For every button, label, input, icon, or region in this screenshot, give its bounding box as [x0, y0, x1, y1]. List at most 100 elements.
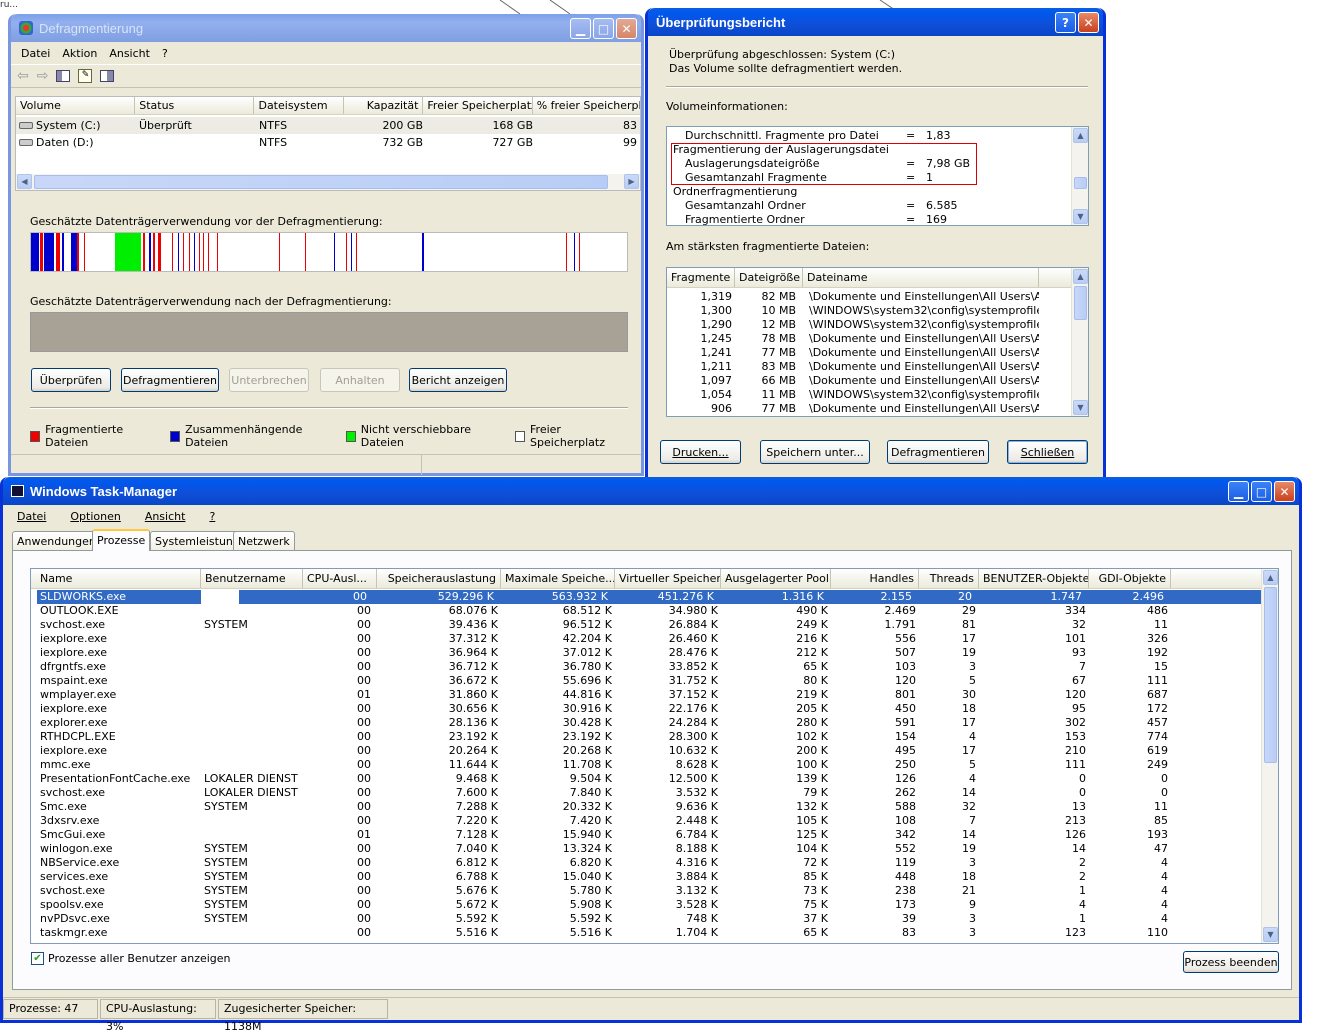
process-row[interactable]: iexplore.exe 00 30.656 K 30.916 K 22.176 K 20…	[37, 702, 1261, 716]
col-cpu[interactable]: CPU-Ausl...	[303, 569, 377, 588]
maximize-button[interactable]: □	[593, 18, 614, 39]
col-pct-free[interactable]: % freier Speicherpla	[533, 97, 640, 114]
frag-file-row[interactable]: 1,241 77 MB \Dokumente und Einstellungen\A…	[667, 346, 1071, 360]
menu-datei[interactable]: Datei	[15, 47, 56, 60]
process-row[interactable]: PresentationFontCache.exe LOKALER DIENST 0…	[37, 772, 1261, 786]
menu-help[interactable]: ?	[197, 510, 227, 523]
vscroll-thumb[interactable]	[1074, 286, 1087, 320]
vscroll-thumb[interactable]	[1074, 177, 1087, 189]
menu-aktion[interactable]: Aktion	[56, 47, 103, 60]
col-free-space[interactable]: Freier Speicherplatz	[423, 97, 533, 114]
process-row[interactable]: spoolsv.exe SYSTEM 00 5.672 K 5.908 K 3.528 K…	[37, 898, 1261, 912]
defrag-titlebar[interactable]: Defragmentierung ▁ □ ✕	[11, 14, 641, 42]
hscroll-thumb[interactable]	[34, 175, 608, 189]
end-process-button[interactable]: Prozess beenden	[1183, 951, 1279, 973]
process-row[interactable]: taskmgr.exe 00 5.516 K 5.516 K 1.704 K 65 K 83…	[37, 926, 1261, 940]
tab-performance[interactable]: Systemleistung	[150, 531, 245, 551]
menu-datei[interactable]: Datei	[5, 510, 58, 523]
defragment-button[interactable]: Defragmentieren	[121, 368, 219, 392]
process-row[interactable]: Smc.exe SYSTEM 00 7.288 K 20.332 K 9.636 K 132…	[37, 800, 1261, 814]
menu-ansicht[interactable]: Ansicht	[103, 47, 156, 60]
frag-file-row[interactable]: 1,097 66 MB \Dokumente und Einstellungen\A…	[667, 374, 1071, 388]
col-fragments[interactable]: Fragmente	[667, 268, 735, 287]
col-filesize[interactable]: Dateigröße	[735, 268, 803, 287]
process-row[interactable]: nvPDsvc.exe SYSTEM 00 5.592 K 5.592 K 748 K 37…	[37, 912, 1261, 926]
col-gdi-objects[interactable]: GDI-Objekte	[1089, 569, 1171, 588]
stop-button[interactable]: Anhalten	[320, 368, 400, 392]
frag-file-row[interactable]: 1,054 11 MB \WINDOWS\system32\config\syste…	[667, 388, 1071, 402]
close-button[interactable]: ✕	[1274, 481, 1295, 502]
show-hide-tree-icon[interactable]	[56, 70, 71, 82]
col-peak-mem[interactable]: Maximale Speiche...	[501, 569, 615, 588]
col-capacity[interactable]: Kapazität	[344, 97, 424, 114]
scroll-up-button[interactable]: ▲	[1073, 128, 1088, 143]
view-report-button[interactable]: Bericht anzeigen	[409, 368, 507, 392]
frag-file-row[interactable]: 1,245 78 MB \Dokumente und Einstellungen\A…	[667, 332, 1071, 346]
volume-list-hscrollbar[interactable]: ◀ ▶	[16, 174, 640, 190]
close-button[interactable]: ✕	[1078, 12, 1099, 33]
vscroll-thumb[interactable]	[1264, 587, 1277, 763]
col-filename[interactable]: Dateiname	[803, 268, 1039, 287]
process-row[interactable]: explorer.exe 00 28.136 K 30.428 K 24.284 K 28…	[37, 716, 1261, 730]
help-button[interactable]: ?	[1055, 12, 1076, 33]
process-row[interactable]: wmplayer.exe 01 31.860 K 44.816 K 37.152 K 21…	[37, 688, 1261, 702]
report-defragment-button[interactable]: Defragmentieren	[887, 440, 989, 464]
process-row[interactable]: mmc.exe 00 11.644 K 11.708 K 8.628 K 100 K 250…	[37, 758, 1261, 772]
process-row[interactable]: dfrgntfs.exe 00 36.712 K 36.780 K 33.852 K 65…	[37, 660, 1261, 674]
analyze-button[interactable]: Überprüfen	[31, 368, 111, 392]
col-paged-pool[interactable]: Ausgelagerter Pool	[721, 569, 831, 588]
vol-info-scrollbar[interactable]: ▲ ▼	[1071, 127, 1088, 225]
menu-ansicht[interactable]: Ansicht	[133, 510, 198, 523]
frag-file-row[interactable]: 1,319 82 MB \Dokumente und Einstellungen\A…	[667, 290, 1071, 304]
process-row[interactable]: SLDWORKS.exe 00 529.296 K 563.932 K 451.276 …	[37, 590, 1261, 604]
tab-networking[interactable]: Netzwerk	[233, 531, 295, 551]
volume-row[interactable]: System (C:) Überprüft NTFS 200 GB 168 GB…	[16, 117, 640, 134]
close-report-button[interactable]: Schließen	[1007, 440, 1088, 464]
process-row[interactable]: SmcGui.exe 01 7.128 K 15.940 K 6.784 K 125 K 3…	[37, 828, 1261, 842]
process-row[interactable]: RTHDCPL.EXE 00 23.192 K 23.192 K 28.300 K 102…	[37, 730, 1261, 744]
process-row[interactable]: OUTLOOK.EXE 00 68.076 K 68.512 K 34.980 K 490…	[37, 604, 1261, 618]
process-row[interactable]: iexplore.exe 00 36.964 K 37.012 K 28.476 K 21…	[37, 646, 1261, 660]
scroll-down-button[interactable]: ▼	[1263, 927, 1278, 942]
maximize-button[interactable]: □	[1251, 481, 1272, 502]
frag-file-row[interactable]: 1,290 12 MB \WINDOWS\system32\config\syste…	[667, 318, 1071, 332]
frag-file-row[interactable]: 1,211 83 MB \Dokumente und Einstellungen\A…	[667, 360, 1071, 374]
print-button[interactable]: Drucken...	[660, 440, 741, 464]
show-all-processes-checkbox[interactable]: ✔ Prozesse aller Benutzer anzeigen	[31, 952, 231, 965]
process-row[interactable]: iexplore.exe 00 37.312 K 42.204 K 26.460 K 21…	[37, 632, 1261, 646]
process-row[interactable]: svchost.exe SYSTEM 00 39.436 K 96.512 K 26.88…	[37, 618, 1261, 632]
menu-help[interactable]: ?	[156, 47, 174, 60]
properties-icon[interactable]: ✎	[78, 69, 93, 83]
col-user-objects[interactable]: BENUTZER-Objekte	[979, 569, 1089, 588]
close-button[interactable]: ✕	[616, 18, 637, 39]
forward-arrow-icon[interactable]: ⇨	[37, 68, 49, 84]
col-filesystem[interactable]: Dateisystem	[254, 97, 344, 114]
col-mem[interactable]: Speicherauslastung	[377, 569, 501, 588]
checkbox-checked-icon[interactable]: ✔	[31, 952, 44, 965]
col-virtual[interactable]: Virtueller Speicher	[615, 569, 721, 588]
menu-optionen[interactable]: Optionen	[58, 510, 132, 523]
process-row[interactable]: services.exe SYSTEM 00 6.788 K 15.040 K 3.884…	[37, 870, 1261, 884]
taskmgr-titlebar[interactable]: Windows Task-Manager ▁ □ ✕	[3, 477, 1299, 505]
minimize-button[interactable]: ▁	[1228, 481, 1249, 502]
col-volume[interactable]: Volume	[16, 97, 136, 114]
report-titlebar[interactable]: Überprüfungsbericht ? ✕	[648, 8, 1103, 36]
tab-processes[interactable]: Prozesse	[92, 529, 151, 551]
help-topic-icon[interactable]	[100, 70, 115, 82]
frag-file-row[interactable]: 1,300 10 MB \WINDOWS\system32\config\syste…	[667, 304, 1071, 318]
scroll-up-button[interactable]: ▲	[1073, 269, 1088, 284]
scroll-down-button[interactable]: ▼	[1073, 400, 1088, 415]
process-row[interactable]: 3dxsrv.exe 00 7.220 K 7.420 K 2.448 K 105 K 10…	[37, 814, 1261, 828]
tab-applications[interactable]: Anwendungen	[12, 531, 101, 551]
scroll-right-button[interactable]: ▶	[624, 174, 639, 189]
pause-button[interactable]: Unterbrechen	[229, 368, 309, 392]
col-status[interactable]: Status	[135, 97, 255, 114]
col-handles[interactable]: Handles	[831, 569, 919, 588]
process-row[interactable]: iexplore.exe 00 20.264 K 20.268 K 10.632 K 20…	[37, 744, 1261, 758]
process-row[interactable]: winlogon.exe SYSTEM 00 7.040 K 13.324 K 8.188…	[37, 842, 1261, 856]
process-row[interactable]: svchost.exe SYSTEM 00 5.676 K 5.780 K 3.132 K…	[37, 884, 1261, 898]
scroll-up-button[interactable]: ▲	[1263, 570, 1278, 585]
minimize-button[interactable]: ▁	[570, 18, 591, 39]
process-row[interactable]: svchost.exe LOKALER DIENST 00 7.600 K 7.840 …	[37, 786, 1261, 800]
scroll-left-button[interactable]: ◀	[17, 174, 32, 189]
